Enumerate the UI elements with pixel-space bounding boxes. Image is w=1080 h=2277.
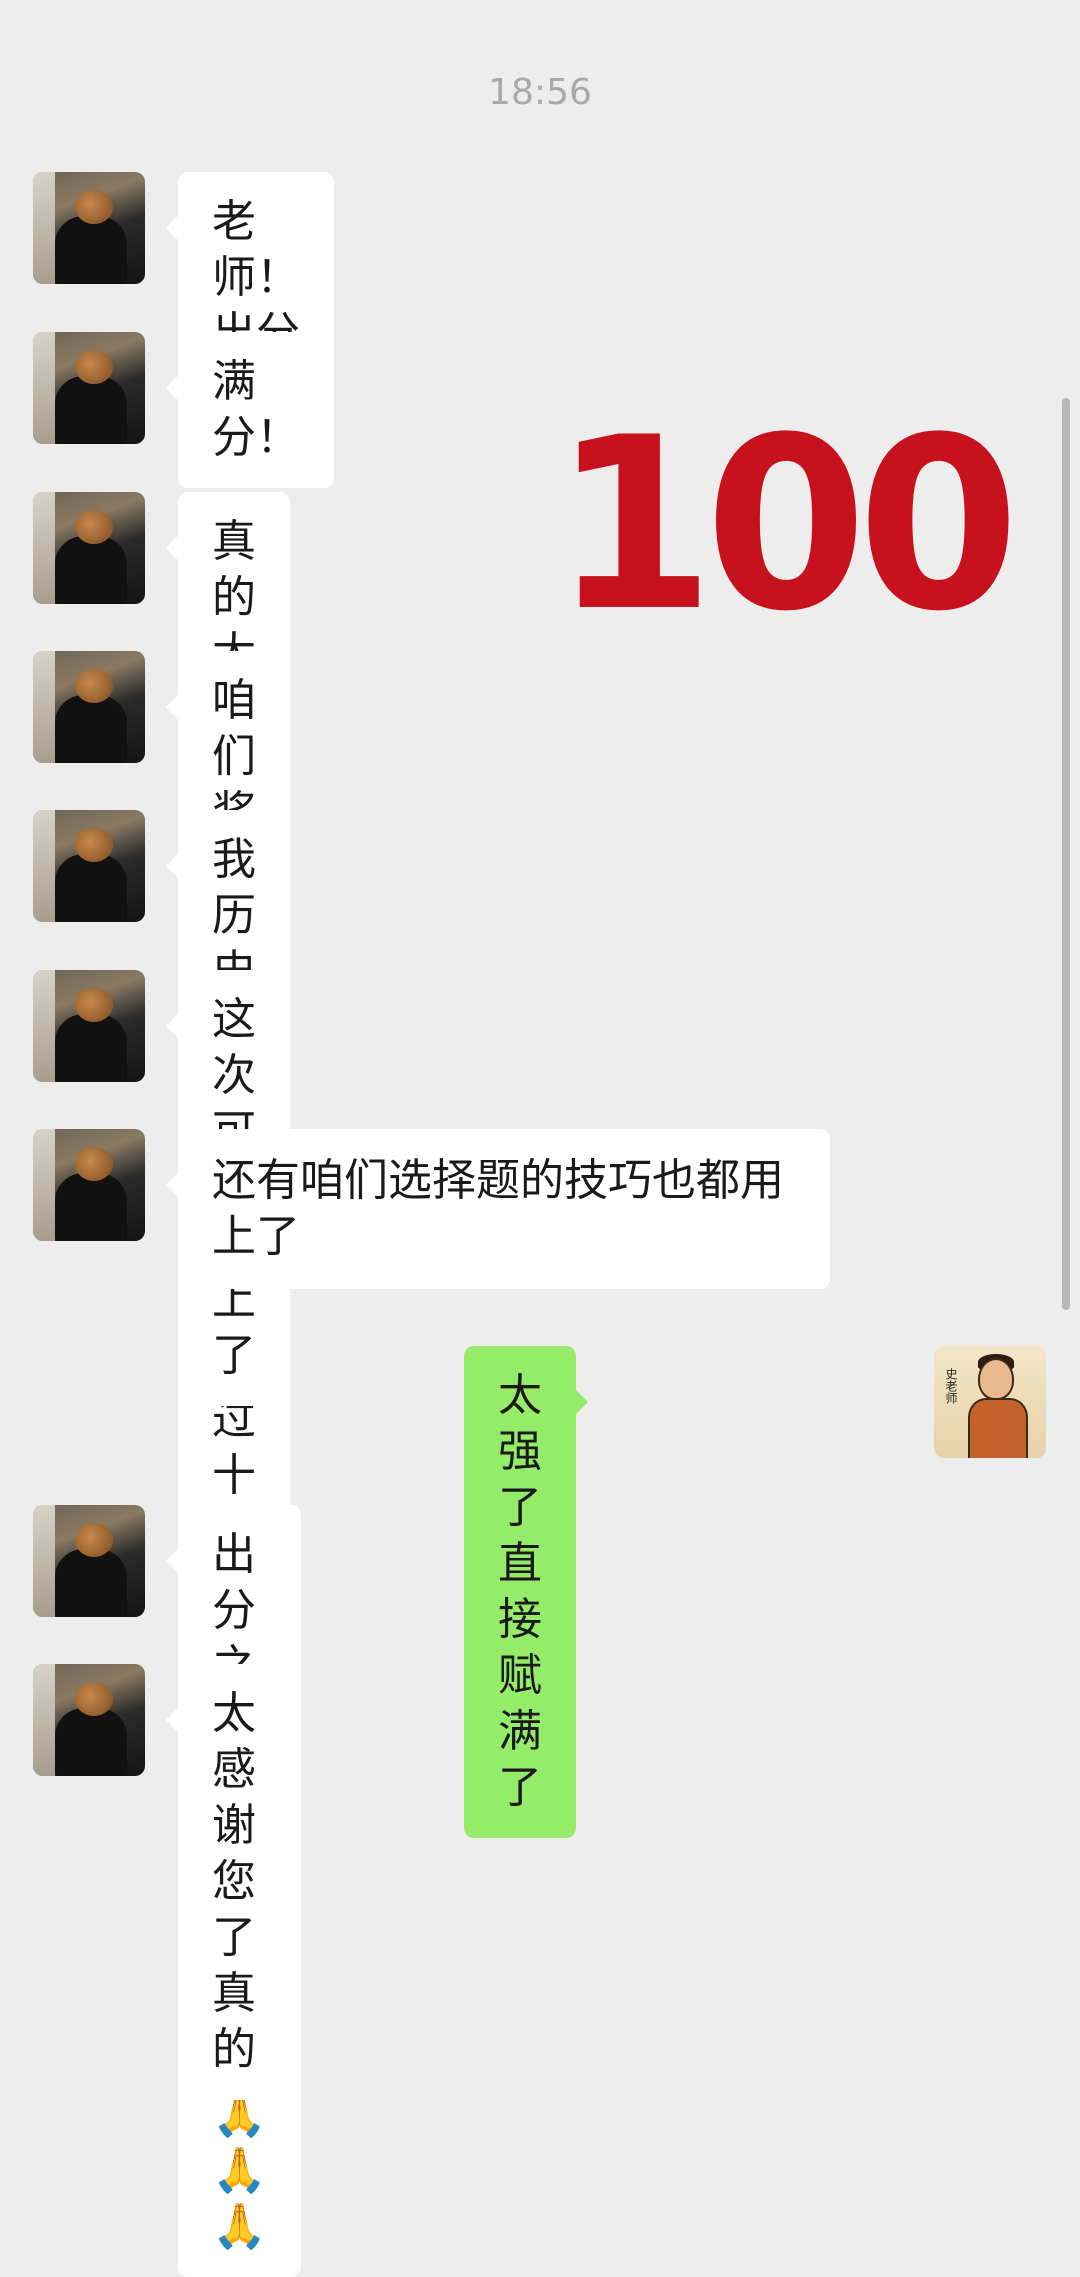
student-avatar[interactable] [33,172,145,284]
teacher-avatar[interactable]: 史老师 [934,1346,1046,1458]
message-bubble[interactable]: 满分！ [166,332,334,488]
message-timestamp: 18:56 [488,72,592,113]
student-avatar[interactable] [33,1664,145,1776]
student-avatar[interactable] [33,651,145,763]
student-avatar[interactable] [33,1505,145,1617]
student-avatar[interactable] [33,492,145,604]
message-bubble-outgoing[interactable]: 太强了直接赋满了 [464,1346,588,1838]
student-avatar[interactable] [33,810,145,922]
student-avatar[interactable] [33,970,145,1082]
teacher-avatar-label: 史老师 [944,1368,958,1404]
scrollbar[interactable] [1062,398,1070,1310]
student-avatar[interactable] [33,1129,145,1241]
message-bubble[interactable]: 太感谢您了真的 [166,1664,290,2100]
score-overlay: 100 [552,387,1019,664]
chat-window: 18:56 老师！出分了 满分！ 真的太感谢您了 咱们奖学金是什么要求 我历史小… [0,0,1080,2277]
student-avatar[interactable] [33,332,145,444]
message-bubble[interactable]: 还有咱们选择题的技巧也都用上了 [166,1129,830,1289]
